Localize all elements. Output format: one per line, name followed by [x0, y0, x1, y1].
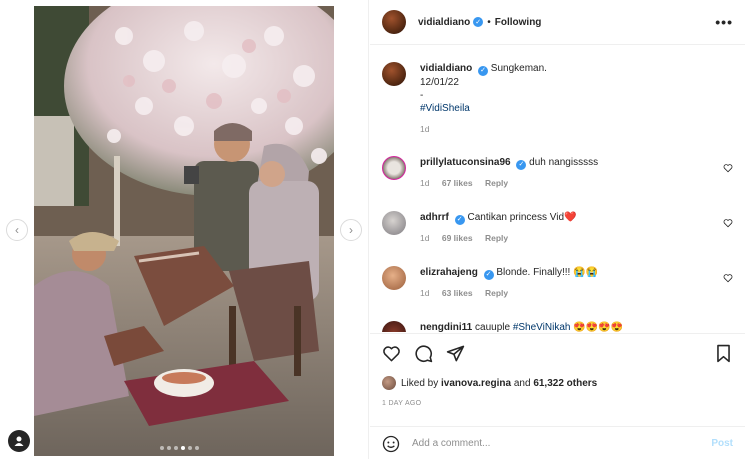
list-item: prillylatuconsina96 ✓ duh nangisssss 1d …: [382, 156, 733, 188]
comment-input[interactable]: [412, 438, 692, 449]
comment-age: 1d: [420, 287, 430, 298]
avatar[interactable]: [382, 10, 406, 34]
comment-hashtag[interactable]: #SheViNikah: [513, 322, 571, 332]
verified-badge-icon: ✓: [454, 214, 465, 225]
comment-text: Cantikan princess Vid❤️: [467, 212, 577, 223]
heart-icon[interactable]: [382, 344, 401, 363]
heart-icon[interactable]: [723, 218, 733, 228]
author-username[interactable]: vidialdiano: [418, 17, 470, 28]
comments-list[interactable]: vidialdiano ✓ Sungkeman. 12/01/22 - #Vid…: [370, 46, 745, 332]
caption-hashtag[interactable]: #VidiSheila: [420, 102, 547, 115]
caption-age: 1d: [420, 123, 430, 134]
carousel-dots: [160, 446, 199, 450]
reply-button[interactable]: Reply: [485, 288, 508, 298]
comment-text: Blonde. Finally!!! 😭😭: [496, 267, 598, 278]
bookmark-icon[interactable]: [714, 344, 733, 363]
verified-badge-icon: ✓: [473, 17, 484, 27]
caption-line-1: Sungkeman.: [490, 63, 547, 74]
reply-button[interactable]: Reply: [485, 233, 508, 243]
avatar[interactable]: [382, 376, 396, 390]
liked-by-prefix: Liked by: [401, 377, 439, 389]
comment-likes[interactable]: 63 likes: [442, 288, 473, 298]
avatar[interactable]: [382, 266, 406, 290]
post-header: vidialdiano ✓ • Following •••: [370, 0, 745, 45]
user-tag-icon[interactable]: [8, 430, 30, 452]
caption-username[interactable]: vidialdiano: [420, 63, 472, 74]
liked-by: Liked by ivanova.regina and 61,322 other…: [382, 376, 597, 390]
carousel-dot[interactable]: [174, 446, 178, 450]
photo-illustration: [34, 6, 334, 456]
comment-icon[interactable]: [414, 344, 433, 363]
comment-emoji: 😍😍😍😍: [573, 322, 624, 332]
post-photo[interactable]: [34, 6, 334, 456]
post-side-panel: vidialdiano ✓ • Following ••• vidialdian…: [370, 0, 745, 459]
list-item: adhrrf ✓ Cantikan princess Vid❤️ 1d 69 l…: [382, 211, 733, 243]
avatar[interactable]: [382, 156, 406, 180]
chevron-right-icon[interactable]: ›: [340, 219, 362, 241]
more-horizontal-icon[interactable]: •••: [715, 14, 733, 30]
carousel-dot[interactable]: [181, 446, 185, 450]
comment-composer: Post: [370, 426, 745, 459]
reply-button[interactable]: Reply: [485, 178, 508, 188]
heart-icon[interactable]: [723, 163, 733, 173]
list-item: elizrahajeng ✓ Blonde. Finally!!! 😭😭 1d …: [382, 266, 733, 298]
caption-line-3: -: [420, 89, 424, 101]
comment-likes[interactable]: 69 likes: [442, 233, 473, 243]
post-button[interactable]: Post: [711, 438, 733, 449]
verified-badge-icon: ✓: [478, 65, 489, 76]
carousel-dot[interactable]: [167, 446, 171, 450]
verified-badge-icon: ✓: [483, 269, 494, 280]
following-button[interactable]: Following: [495, 17, 542, 28]
carousel-dot[interactable]: [188, 446, 192, 450]
comment-username[interactable]: adhrrf: [420, 212, 449, 223]
caption-line-2: 12/01/22: [420, 76, 459, 88]
comment-likes[interactable]: 67 likes: [442, 178, 473, 188]
comment-age: 1d: [420, 232, 430, 243]
avatar[interactable]: [382, 321, 406, 332]
liked-by-and: and: [513, 377, 531, 389]
list-item: nengdini11 cauuple #SheViNikah 😍😍😍😍: [382, 321, 733, 332]
comment-username[interactable]: elizrahajeng: [420, 267, 478, 278]
post-timestamp[interactable]: 1 DAY AGO: [382, 400, 421, 407]
caption: vidialdiano ✓ Sungkeman. 12/01/22 - #Vid…: [382, 62, 547, 136]
avatar[interactable]: [382, 62, 406, 86]
comment-age: 1d: [420, 177, 430, 188]
post-actions: Liked by ivanova.regina and 61,322 other…: [370, 333, 745, 459]
liked-by-count[interactable]: 61,322 others: [533, 378, 597, 389]
liked-by-user[interactable]: ivanova.regina: [441, 378, 511, 389]
carousel-dot[interactable]: [195, 446, 199, 450]
smiley-icon[interactable]: [382, 435, 400, 453]
chevron-left-icon[interactable]: ‹: [6, 219, 28, 241]
media-pane: ‹ ›: [0, 0, 369, 459]
avatar[interactable]: [382, 211, 406, 235]
comment-username[interactable]: prillylatuconsina96: [420, 157, 511, 168]
verified-badge-icon: ✓: [516, 159, 527, 170]
heart-icon[interactable]: [723, 273, 733, 283]
header-separator: •: [487, 16, 491, 28]
send-icon[interactable]: [446, 344, 465, 363]
comment-text: cauuple: [475, 322, 513, 332]
carousel-dot[interactable]: [160, 446, 164, 450]
comment-text: duh nangisssss: [529, 157, 599, 168]
comment-username[interactable]: nengdini11: [420, 322, 472, 332]
